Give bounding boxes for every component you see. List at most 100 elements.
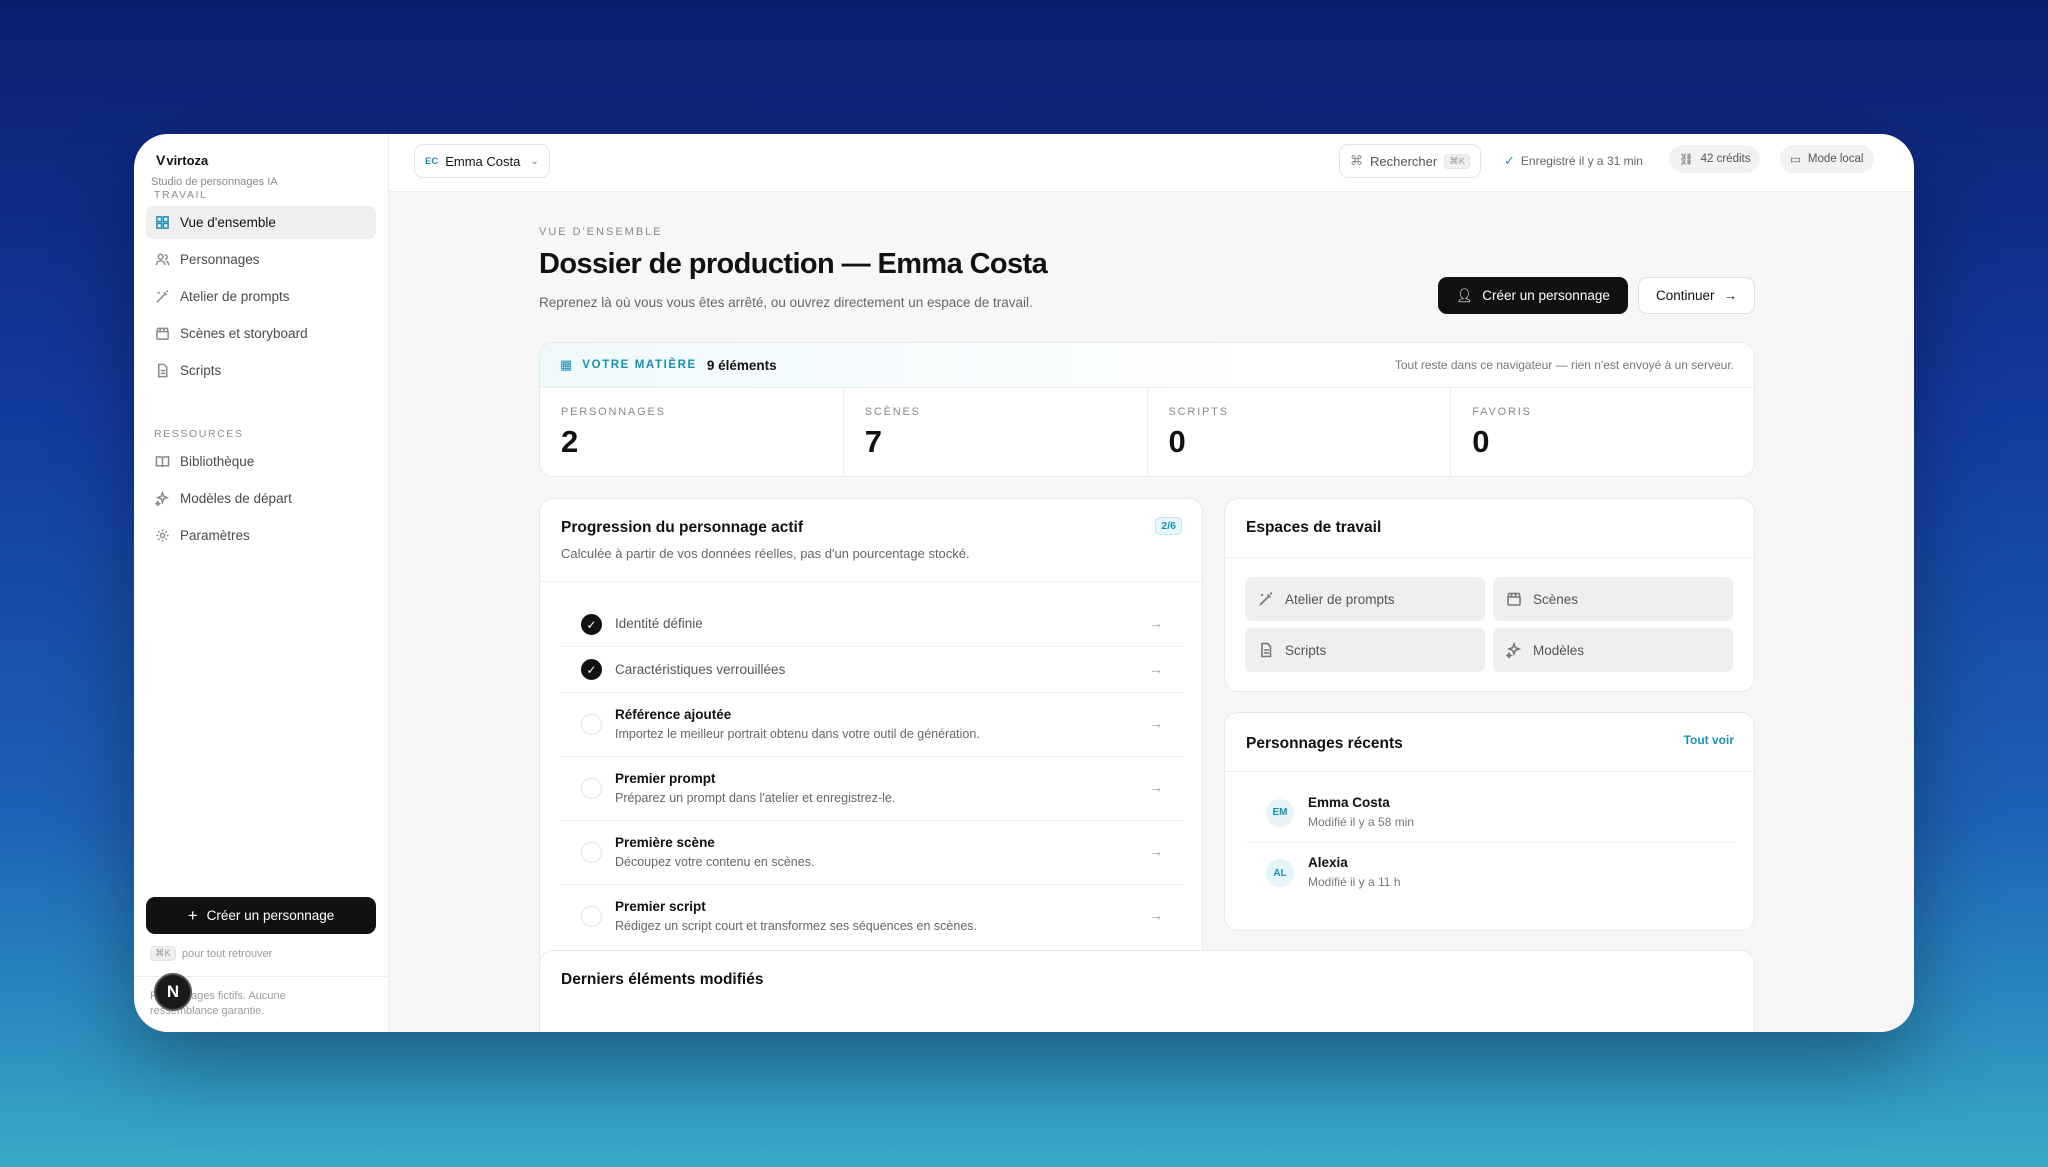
step-detail: Découpez votre contenu en scènes. — [615, 855, 815, 869]
progress-title: Progression du personnage actif — [561, 519, 804, 536]
sidebar-item-overview[interactable]: Vue d'ensemble — [146, 206, 376, 239]
step-title: Référence ajoutée — [615, 707, 732, 722]
last-modified-title: Derniers éléments modifiés — [561, 971, 764, 988]
shortcut-hint-text: pour tout retrouver — [181, 947, 273, 960]
character-name: Alexia — [1308, 855, 1348, 870]
step-title: Premier prompt — [615, 771, 716, 786]
empty-circle-icon — [581, 906, 602, 927]
mode-text: Mode local — [1807, 153, 1864, 165]
search-button[interactable]: ⌘ Rechercher ⌘K — [1339, 144, 1482, 178]
divider — [540, 581, 1202, 582]
sidebar-item-settings[interactable]: Paramètres — [146, 519, 376, 552]
link-icon: ⛓ — [1679, 154, 1694, 166]
sparkles-icon — [1506, 642, 1522, 658]
stat-key: SCRIPTS — [1168, 406, 1229, 418]
book-icon — [155, 456, 170, 468]
sidebar-item-scenes[interactable]: Scènes et storyboard — [146, 317, 376, 350]
sidebar-item-label: Personnages — [180, 252, 260, 267]
character-name: Emma Costa — [445, 153, 521, 169]
recent-character-row[interactable]: EM Emma Costa Modifié il y a 58 min — [1246, 783, 1735, 843]
stat-key: PERSONNAGES — [561, 406, 666, 418]
empty-circle-icon — [581, 842, 602, 863]
avatar: EM — [1266, 798, 1294, 827]
recent-characters-card: Personnages récents Tout voir EM Emma Co… — [1224, 712, 1755, 931]
stat-value: 7 — [864, 424, 882, 459]
empty-circle-icon — [581, 714, 602, 735]
empty-circle-icon — [581, 778, 602, 799]
arrow-right-icon: → — [1149, 661, 1163, 677]
credits-badge[interactable]: ⛓ 42 crédits — [1669, 145, 1761, 173]
step-title: Caractéristiques verrouillées — [615, 662, 786, 677]
mode-badge[interactable]: ▭ Mode local — [1780, 145, 1874, 173]
plus-icon: + — [187, 906, 198, 925]
button-label: Créer un personnage — [1482, 288, 1610, 303]
document-icon — [158, 363, 168, 378]
recent-character-row[interactable]: AL Alexia Modifié il y a 11 h — [1246, 843, 1735, 903]
progress-step[interactable]: ✓ Identité définie → — [561, 601, 1183, 647]
stats-count: 9 éléments — [706, 357, 777, 373]
progress-step[interactable]: ✓ Caractéristiques verrouillées → — [561, 647, 1183, 693]
stats-header: ▦ VOTRE MATIÈRE 9 éléments Tout reste da… — [540, 343, 1754, 388]
character-selector[interactable]: EC Emma Costa ⌄ — [414, 144, 550, 178]
sidebar-item-label: Scènes et storyboard — [180, 326, 308, 341]
credits-text: 42 crédits — [1700, 153, 1751, 165]
recent-title: Personnages récents — [1246, 735, 1403, 752]
users-icon — [155, 253, 170, 266]
stat-favorites[interactable]: FAVORIS 0 — [1451, 388, 1754, 476]
document-icon — [1261, 642, 1272, 658]
sidebar-item-starter-templates[interactable]: Modèles de départ — [146, 482, 376, 515]
workspace-scenes[interactable]: Scènes — [1493, 577, 1733, 621]
sidebar-item-scripts[interactable]: Scripts — [146, 354, 376, 387]
workspaces-title: Espaces de travail — [1246, 519, 1382, 536]
stat-value: 2 — [561, 424, 579, 459]
workspace-scripts[interactable]: Scripts — [1245, 628, 1485, 672]
workspace-label: Scripts — [1285, 642, 1327, 658]
character-modified: Modifié il y a 11 h — [1308, 875, 1401, 889]
stat-key: FAVORIS — [1472, 406, 1532, 418]
character-name: Emma Costa — [1308, 795, 1390, 810]
stats-grid: PERSONNAGES 2 SCÈNES 7 SCRIPTS 0 FAVORIS… — [540, 388, 1754, 476]
logo-text: virtoza — [166, 152, 209, 168]
last-modified-card: Derniers éléments modifiés — [539, 950, 1755, 1032]
stat-characters[interactable]: PERSONNAGES 2 — [540, 388, 844, 476]
create-character-button[interactable]: 👤︎ Créer un personnage — [1438, 277, 1628, 314]
see-all-link[interactable]: Tout voir — [1684, 733, 1734, 747]
wand-icon — [1259, 592, 1272, 606]
progress-step[interactable]: Premier script Rédigez un script court e… — [561, 885, 1183, 949]
gear-icon — [156, 529, 169, 542]
main-area: EC Emma Costa ⌄ ⌘ Rechercher ⌘K ✓ Enregi… — [389, 134, 1914, 1032]
stat-scenes[interactable]: SCÈNES 7 — [844, 388, 1148, 476]
sidebar-item-label: Scripts — [180, 363, 222, 378]
stat-value: 0 — [1472, 424, 1490, 459]
shortcut-key: ⌘K — [150, 946, 176, 961]
page-title: Dossier de production — Emma Costa — [539, 248, 1048, 280]
continue-button[interactable]: Continuer → — [1638, 277, 1755, 314]
progress-description: Calculée à partir de vos données réelles… — [561, 546, 970, 561]
assistant-fab-button[interactable]: N — [154, 973, 192, 1011]
progress-step[interactable]: Première scène Découpez votre contenu en… — [561, 821, 1183, 885]
wand-icon — [156, 290, 169, 303]
sidebar-item-prompt-workshop[interactable]: Atelier de prompts — [146, 280, 376, 313]
topbar: EC Emma Costa ⌄ ⌘ Rechercher ⌘K ✓ Enregi… — [389, 134, 1914, 192]
workspace-templates[interactable]: Modèles — [1493, 628, 1733, 672]
sidebar-item-label: Vue d'ensemble — [180, 215, 276, 230]
arrow-right-icon: → — [1149, 907, 1163, 923]
sidebar-item-library[interactable]: Bibliothèque — [146, 445, 376, 478]
step-title: Premier script — [615, 899, 706, 914]
workspaces-card: Espaces de travail Atelier de prompts Sc… — [1224, 498, 1755, 692]
stat-value: 0 — [1168, 424, 1186, 459]
divider — [1225, 771, 1754, 772]
sidebar-item-characters[interactable]: Personnages — [146, 243, 376, 276]
sidebar-create-character-button[interactable]: + Créer un personnage — [146, 897, 376, 934]
chevron-down-icon: ⌄ — [530, 155, 539, 167]
step-detail: Rédigez un script court et transformez s… — [615, 919, 977, 933]
progress-step[interactable]: Référence ajoutée Importez le meilleur p… — [561, 693, 1183, 757]
progress-step[interactable]: Premier prompt Préparez un prompt dans l… — [561, 757, 1183, 821]
step-detail: Importez le meilleur portrait obtenu dan… — [615, 727, 980, 741]
stats-card: ▦ VOTRE MATIÈRE 9 éléments Tout reste da… — [539, 342, 1755, 477]
avatar: AL — [1266, 859, 1294, 887]
progress-card: Progression du personnage actif 2/6 Calc… — [539, 498, 1203, 976]
logo[interactable]: V virtoza — [156, 152, 208, 168]
stat-scripts[interactable]: SCRIPTS 0 — [1148, 388, 1452, 476]
workspace-prompt-workshop[interactable]: Atelier de prompts — [1245, 577, 1485, 621]
